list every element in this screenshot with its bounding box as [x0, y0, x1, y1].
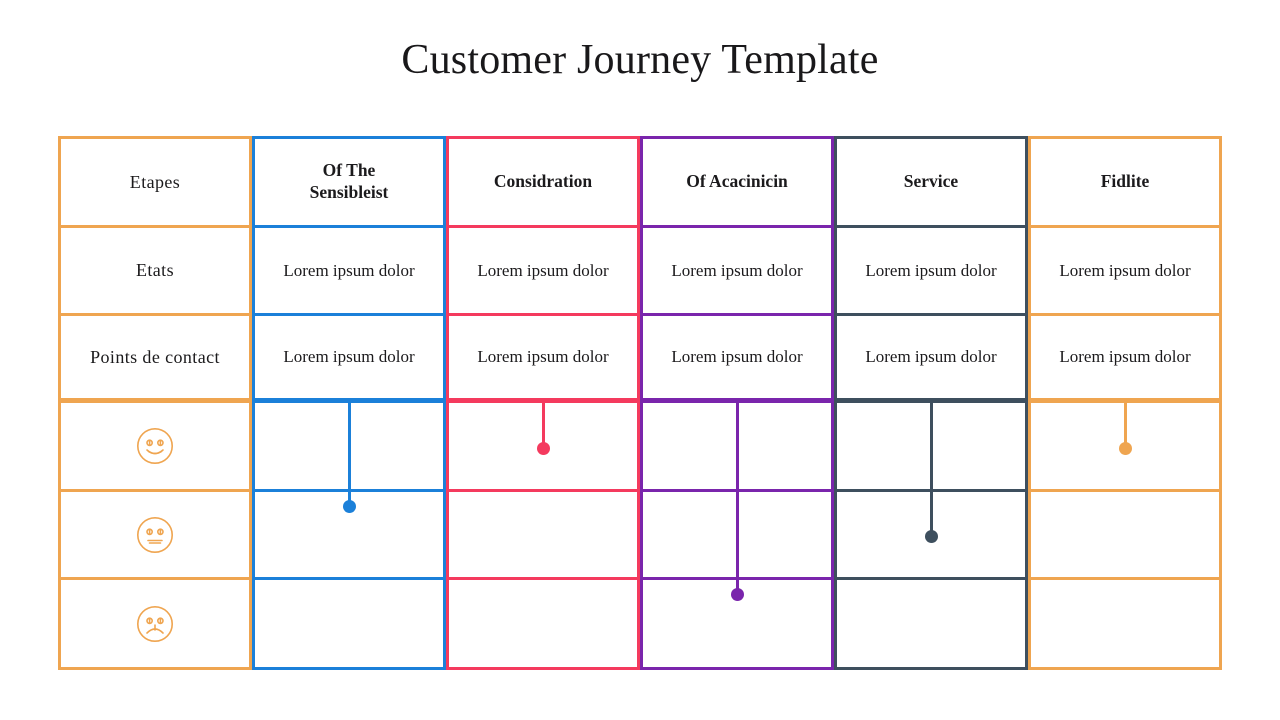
- cell-labels-mood-neutral: [58, 492, 252, 580]
- cell-labels-mood-happy: [58, 403, 252, 492]
- cell-considration-etats: Lorem ipsum dolor: [446, 228, 640, 316]
- cell-text: Lorem ipsum dolor: [671, 347, 803, 367]
- cell-text: Lorem ipsum dolor: [1059, 260, 1191, 280]
- cell-text: Lorem ipsum dolor: [283, 260, 415, 280]
- cell-text: Of Acacinicin: [686, 171, 788, 192]
- cell-acacinicin-header: Of Acacinicin: [640, 136, 834, 228]
- cell-fidlite-header: Fidlite: [1028, 136, 1222, 228]
- cell-considration-mood-sad: [446, 580, 640, 670]
- cell-fidlite-points: Lorem ipsum dolor: [1028, 316, 1222, 403]
- page-title: Customer Journey Template: [401, 37, 879, 83]
- smiley-sad-icon: [134, 603, 176, 645]
- cell-labels-points: Points de contact: [58, 316, 252, 403]
- cell-service-header: Service: [834, 136, 1028, 228]
- cell-considration-mood-neutral: [446, 492, 640, 580]
- journey-column-labels: Etapes Etats Points de contact: [58, 136, 252, 670]
- connector-line-acacinicin: [736, 403, 739, 594]
- cell-text: Etapes: [129, 171, 181, 192]
- cell-text: Lorem ipsum dolor: [477, 260, 609, 280]
- cell-service-etats: Lorem ipsum dolor: [834, 228, 1028, 316]
- cell-service-points: Lorem ipsum dolor: [834, 316, 1028, 403]
- cell-fidlite-mood-sad: [1028, 580, 1222, 670]
- cell-text: Considration: [493, 171, 593, 192]
- cell-acacinicin-points: Lorem ipsum dolor: [640, 316, 834, 403]
- cell-sensibleist-header: Of The Sensibleist: [252, 136, 446, 228]
- cell-labels-mood-sad: [58, 580, 252, 670]
- connector-dot-considration[interactable]: [537, 442, 550, 455]
- cell-service-mood-sad: [834, 580, 1028, 670]
- cell-text: Of The Sensibleist: [309, 160, 389, 202]
- cell-text: Lorem ipsum dolor: [477, 347, 609, 367]
- cell-sensibleist-etats: Lorem ipsum dolor: [252, 228, 446, 316]
- cell-acacinicin-etats: Lorem ipsum dolor: [640, 228, 834, 316]
- cell-text: Lorem ipsum dolor: [865, 347, 997, 367]
- cell-text: Fidlite: [1100, 171, 1150, 192]
- cell-text: Lorem ipsum dolor: [671, 260, 803, 280]
- cell-text: Lorem ipsum dolor: [1059, 347, 1191, 367]
- cell-sensibleist-mood-sad: [252, 580, 446, 670]
- cell-fidlite-etats: Lorem ipsum dolor: [1028, 228, 1222, 316]
- connector-line-service: [930, 403, 933, 536]
- cell-text: Service: [903, 171, 959, 192]
- connector-dot-acacinicin[interactable]: [731, 588, 744, 601]
- cell-text: Lorem ipsum dolor: [283, 347, 415, 367]
- cell-fidlite-mood-neutral: [1028, 492, 1222, 580]
- connector-dot-service[interactable]: [925, 530, 938, 543]
- connector-line-sensibleist: [348, 403, 351, 506]
- cell-labels-etats: Etats: [58, 228, 252, 316]
- customer-journey-grid: Etapes Etats Points de contact Of The Sens…: [58, 136, 1222, 670]
- cell-considration-header: Considration: [446, 136, 640, 228]
- cell-text: Etats: [136, 260, 174, 281]
- cell-text: Lorem ipsum dolor: [865, 260, 997, 280]
- smiley-neutral-icon: [134, 514, 176, 556]
- cell-sensibleist-points: Lorem ipsum dolor: [252, 316, 446, 403]
- connector-dot-fidlite[interactable]: [1119, 442, 1132, 455]
- cell-labels-header: Etapes: [58, 136, 252, 228]
- cell-considration-points: Lorem ipsum dolor: [446, 316, 640, 403]
- cell-text: Points de contact: [90, 346, 220, 367]
- connector-dot-sensibleist[interactable]: [343, 500, 356, 513]
- smiley-happy-icon: [134, 425, 176, 467]
